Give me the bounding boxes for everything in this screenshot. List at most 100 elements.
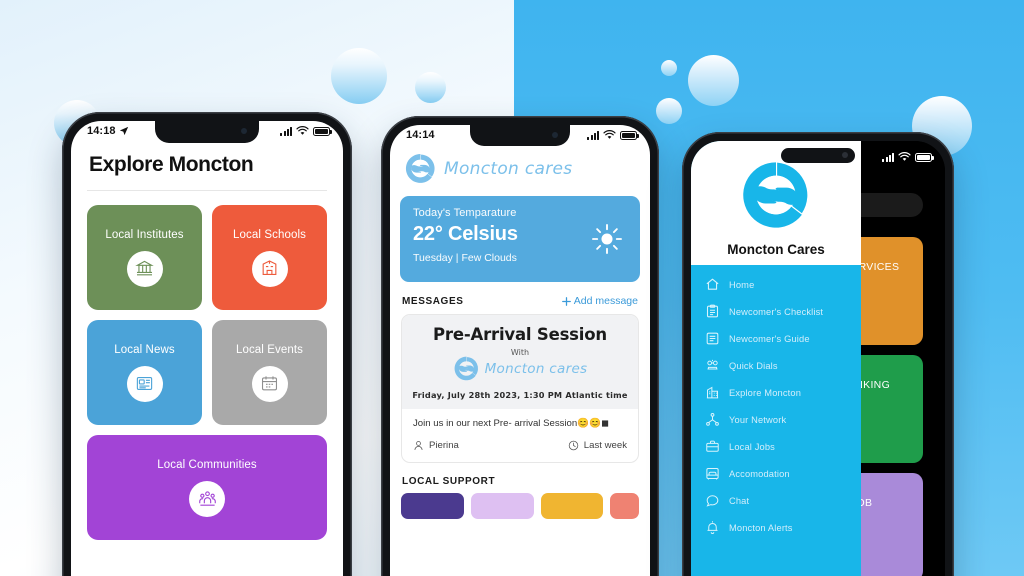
add-message-label: Add message: [573, 295, 638, 307]
navigation-drawer: Moncton Cares Home Newcomer's Checklist …: [691, 141, 861, 576]
phone-moncton-cares-home: 14:14 Moncton cares Today's Temparature …: [381, 116, 659, 576]
drawer-menu-list: Home Newcomer's Checklist Newcomer's Gui…: [691, 265, 861, 541]
support-chip[interactable]: [540, 493, 604, 519]
drawer-item-label: Local Jobs: [729, 441, 775, 452]
drawer-item-quick-dials[interactable]: Quick Dials: [691, 352, 861, 379]
drawer-item-local-jobs[interactable]: Local Jobs: [691, 433, 861, 460]
moncton-cares-logo-icon: [743, 162, 808, 228]
status-time: 14:18: [87, 125, 116, 137]
message-body: Join us in our next Pre- arrival Session…: [413, 418, 610, 429]
chat-icon: [705, 493, 720, 508]
plus-icon: [561, 296, 571, 306]
calendar-icon: [251, 365, 288, 402]
school-icon: [251, 250, 288, 287]
status-time: 14:14: [406, 129, 435, 141]
checklist-icon: [705, 304, 720, 319]
add-message-button[interactable]: Add message: [561, 295, 638, 307]
tile-local-news[interactable]: Local News: [87, 320, 202, 425]
battery-icon: [313, 126, 332, 136]
tile-local-communities[interactable]: Local Communities: [87, 435, 327, 540]
message-banner: Pre-Arrival Session With Moncton cares F…: [402, 315, 638, 409]
wifi-icon: [898, 152, 911, 161]
drawer-item-label: Home: [729, 279, 755, 290]
cellular-bars-icon: [587, 130, 599, 140]
briefcase-icon: [705, 439, 720, 454]
status-bar: 14:14: [390, 125, 650, 141]
drawer-item-newcomers-checklist[interactable]: Newcomer's Checklist: [691, 298, 861, 325]
local-support-chip-row: [390, 493, 650, 519]
timestamp-text: Last week: [583, 440, 627, 451]
bed-icon: [705, 466, 720, 481]
sun-icon: [592, 224, 622, 254]
drawer-item-home[interactable]: Home: [691, 271, 861, 298]
news-icon: [126, 365, 163, 402]
drawer-item-moncton-alerts[interactable]: Moncton Alerts: [691, 514, 861, 541]
drawer-item-label: Explore Moncton: [729, 387, 802, 398]
tile-local-institutes[interactable]: Local Institutes: [87, 205, 202, 310]
bubble-decoration: [656, 98, 682, 124]
drawer-item-label: Newcomer's Guide: [729, 333, 810, 344]
drawer-item-accomodation[interactable]: Accomodation: [691, 460, 861, 487]
city-icon: [705, 385, 720, 400]
wifi-icon: [603, 130, 616, 139]
phone3-screen: ide GOVERNMENT SERVICES MONEY AND BANKIN…: [691, 141, 945, 576]
message-headline: Pre-Arrival Session: [433, 325, 607, 344]
tile-label: Local Schools: [233, 228, 306, 241]
battery-icon: [915, 152, 934, 162]
telephone-icon: [705, 358, 720, 373]
drawer-item-label: Newcomer's Checklist: [729, 306, 824, 317]
cellular-bars-icon: [882, 152, 894, 162]
front-camera-icon: [842, 152, 848, 158]
author-name: Pierina: [429, 440, 459, 451]
message-timestamp: Last week: [568, 440, 627, 451]
bubble-decoration: [415, 72, 446, 103]
institute-icon: [126, 250, 163, 287]
weather-card[interactable]: Today's Temparature 22° Celsius Tuesday …: [400, 196, 640, 282]
brand-wordmark: Moncton cares: [444, 158, 573, 179]
tile-label: Local Events: [235, 343, 304, 356]
local-support-title: LOCAL SUPPORT: [402, 476, 496, 487]
app-name: Moncton Cares: [727, 242, 825, 257]
drawer-item-label: Accomodation: [729, 468, 790, 479]
drawer-item-your-network[interactable]: Your Network: [691, 406, 861, 433]
drawer-item-explore-moncton[interactable]: Explore Moncton: [691, 379, 861, 406]
moncton-cares-logo-icon: [454, 356, 478, 381]
moncton-cares-logo-icon: [405, 154, 435, 183]
clock-icon: [568, 440, 579, 451]
support-chip[interactable]: [401, 493, 464, 519]
cellular-bars-icon: [280, 126, 292, 136]
location-arrow-icon: [119, 126, 128, 136]
drawer-item-label: Quick Dials: [729, 360, 778, 371]
guide-icon: [705, 331, 720, 346]
tile-label: Local News: [114, 343, 175, 356]
status-bar: 14:18: [71, 121, 343, 137]
brand-wordmark: Moncton cares: [484, 360, 588, 377]
support-chip[interactable]: [470, 493, 534, 519]
tile-label: Local Institutes: [105, 228, 184, 241]
drawer-item-label: Moncton Alerts: [729, 522, 793, 533]
message-meta: Pierina Last week: [402, 433, 638, 462]
bubble-decoration: [331, 48, 387, 104]
battery-icon: [620, 130, 639, 140]
network-icon: [705, 412, 720, 427]
status-time: 17:35: [707, 151, 736, 163]
bubble-decoration: [688, 55, 739, 106]
phone-explore-moncton: 14:18 Explore Moncton Local Institutes L…: [62, 112, 352, 576]
phone2-screen: 14:14 Moncton cares Today's Temparature …: [390, 125, 650, 576]
drawer-item-label: Chat: [729, 495, 750, 506]
tile-local-schools[interactable]: Local Schools: [212, 205, 327, 310]
tile-label: Local Communities: [157, 458, 257, 471]
community-icon: [189, 480, 225, 517]
home-icon: [705, 277, 720, 292]
drawer-item-newcomers-guide[interactable]: Newcomer's Guide: [691, 325, 861, 352]
drawer-item-chat[interactable]: Chat: [691, 487, 861, 514]
message-card[interactable]: Pre-Arrival Session With Moncton cares F…: [401, 314, 639, 463]
location-arrow-icon: [738, 152, 748, 162]
bubble-decoration: [661, 60, 677, 76]
page-title: Explore Moncton: [89, 153, 254, 176]
wifi-icon: [296, 126, 309, 135]
phone1-screen: 14:18 Explore Moncton Local Institutes L…: [71, 121, 343, 576]
message-datetime: Friday, July 28th 2023, 1:30 PM Atlantic…: [412, 390, 628, 400]
support-chip[interactable]: [610, 493, 639, 519]
tile-local-events[interactable]: Local Events: [212, 320, 327, 425]
